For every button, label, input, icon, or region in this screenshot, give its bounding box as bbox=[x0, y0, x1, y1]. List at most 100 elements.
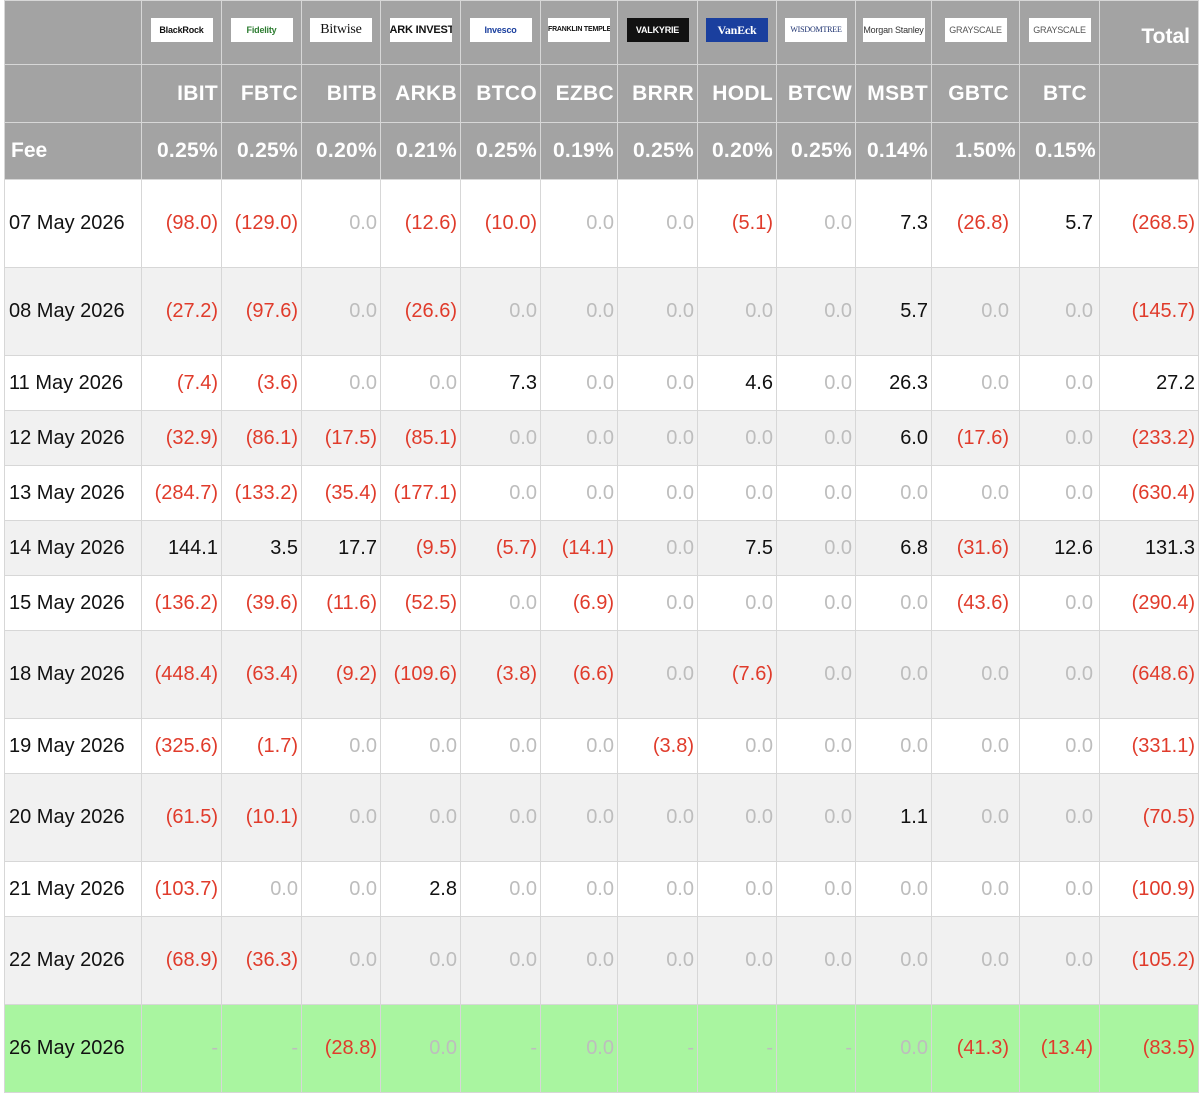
ticker-cell: ARKB bbox=[380, 64, 461, 123]
flow-cell-arkb: 0.0 bbox=[380, 916, 461, 1005]
logo-cell: ARK INVEST bbox=[380, 0, 461, 65]
flow-cell-arkb: (85.1) bbox=[380, 410, 461, 466]
bitwise-logo: Bitwise bbox=[310, 18, 372, 42]
row-total: (648.6) bbox=[1099, 630, 1199, 719]
flow-cell-msbt: 26.3 bbox=[855, 355, 932, 411]
flow-cell-ibit: (136.2) bbox=[141, 575, 222, 631]
flow-cell-bitb: (11.6) bbox=[301, 575, 381, 631]
flow-cell-bitb: 0.0 bbox=[301, 718, 381, 774]
flow-cell-arkb: 0.0 bbox=[380, 773, 461, 862]
logo-cell: Invesco bbox=[460, 0, 541, 65]
row-total: 131.3 bbox=[1099, 520, 1199, 576]
flow-cell-btcw: 0.0 bbox=[776, 465, 856, 521]
flow-cell-ezbc: 0.0 bbox=[540, 773, 618, 862]
flow-cell-btcw: 0.0 bbox=[776, 630, 856, 719]
flow-cell-gbtc: (43.6) bbox=[931, 575, 1020, 631]
ticker-cell: IBIT bbox=[141, 64, 222, 123]
flow-cell-gbtc: 0.0 bbox=[931, 267, 1020, 356]
flow-cell-brrr: 0.0 bbox=[617, 355, 698, 411]
logo-cell: BlackRock bbox=[141, 0, 222, 65]
flow-cell-btcw: 0.0 bbox=[776, 410, 856, 466]
flow-cell-bitb: 0.0 bbox=[301, 916, 381, 1005]
table-row: 19 May 2026 (325.6) (1.7) 0.0 0.0 0.0 0.0 (3.8)… bbox=[4, 718, 1199, 774]
flow-cell-btco: 0.0 bbox=[460, 575, 541, 631]
flow-cell-brrr: 0.0 bbox=[617, 465, 698, 521]
fee-cell: 0.15% bbox=[1019, 122, 1100, 180]
row-date: 19 May 2026 bbox=[4, 718, 142, 774]
row-date: 14 May 2026 bbox=[4, 520, 142, 576]
flow-cell-bitb: 17.7 bbox=[301, 520, 381, 576]
table-row: 18 May 2026 (448.4) (63.4) (9.2) (109.6) (3.8… bbox=[4, 630, 1199, 719]
flow-cell-fbtc: (129.0) bbox=[221, 179, 302, 268]
row-date: 22 May 2026 bbox=[4, 916, 142, 1005]
row-date: 26 May 2026 bbox=[4, 1004, 142, 1093]
vaneck-logo: VanEck bbox=[706, 18, 768, 42]
flow-cell-ibit: (32.9) bbox=[141, 410, 222, 466]
flow-cell-arkb: (109.6) bbox=[380, 630, 461, 719]
row-date: 13 May 2026 bbox=[4, 465, 142, 521]
ticker-cell: GBTC bbox=[931, 64, 1020, 123]
flow-cell-gbtc: 0.0 bbox=[931, 718, 1020, 774]
table-row: 26 May 2026- - (28.8) 0.0-0.0- - -0.0 (41.3) (1… bbox=[4, 1004, 1199, 1093]
flow-cell-btco: 0.0 bbox=[460, 773, 541, 862]
logo-cell: Fidelity bbox=[221, 0, 302, 65]
flow-cell-gbtc: 0.0 bbox=[931, 861, 1020, 917]
flow-cell-hodl: (7.6) bbox=[697, 630, 777, 719]
row-total: 27.2 bbox=[1099, 355, 1199, 411]
flow-cell-brrr: 0.0 bbox=[617, 630, 698, 719]
flow-cell-fbtc: (63.4) bbox=[221, 630, 302, 719]
flow-cell-brrr: - bbox=[617, 1004, 698, 1093]
flow-cell-ezbc: (6.9) bbox=[540, 575, 618, 631]
flow-cell-arkb: 0.0 bbox=[380, 355, 461, 411]
flow-cell-btco: (10.0) bbox=[460, 179, 541, 268]
flow-cell-ezbc: 0.0 bbox=[540, 410, 618, 466]
flow-cell-btco: 0.0 bbox=[460, 465, 541, 521]
ticker-cell: BRRR bbox=[617, 64, 698, 123]
ticker-cell: BITB bbox=[301, 64, 381, 123]
flow-cell-arkb: (26.6) bbox=[380, 267, 461, 356]
row-total: (331.1) bbox=[1099, 718, 1199, 774]
header-blank bbox=[1099, 122, 1199, 180]
fee-cell: 0.21% bbox=[380, 122, 461, 180]
logo-cell: Bitwise bbox=[301, 0, 381, 65]
flow-cell-fbtc: (133.2) bbox=[221, 465, 302, 521]
fidelity-logo: Fidelity bbox=[230, 18, 293, 42]
table-row: 20 May 2026 (61.5) (10.1) 0.0 0.0 0.0 0.0 0.0 0.… bbox=[4, 773, 1199, 862]
flow-cell-fbtc: (86.1) bbox=[221, 410, 302, 466]
flow-cell-ezbc: 0.0 bbox=[540, 267, 618, 356]
flow-cell-bitb: (17.5) bbox=[301, 410, 381, 466]
flow-cell-btc: 0.0 bbox=[1019, 267, 1100, 356]
flow-cell-msbt: 7.3 bbox=[855, 179, 932, 268]
flow-cell-btcw: 0.0 bbox=[776, 575, 856, 631]
flow-cell-arkb: 0.0 bbox=[380, 1004, 461, 1093]
invesco-logo: Invesco bbox=[469, 18, 532, 42]
logo-cell: GRAYSCALE bbox=[1019, 0, 1100, 65]
flow-cell-arkb: (12.6) bbox=[380, 179, 461, 268]
ticker-cell: BTCW bbox=[776, 64, 856, 123]
flow-cell-btco: (5.7) bbox=[460, 520, 541, 576]
table-row: 07 May 2026 (98.0) (129.0) 0.0 (12.6) (10.0) 0… bbox=[4, 179, 1199, 268]
flow-cell-ibit: - bbox=[141, 1004, 222, 1093]
flow-cell-ibit: (284.7) bbox=[141, 465, 222, 521]
flow-cell-ibit: 144.1 bbox=[141, 520, 222, 576]
row-date: 12 May 2026 bbox=[4, 410, 142, 466]
flow-cell-btcw: 0.0 bbox=[776, 267, 856, 356]
flow-cell-btco: (3.8) bbox=[460, 630, 541, 719]
flow-cell-msbt: 0.0 bbox=[855, 1004, 932, 1093]
table-row: 21 May 2026 (103.7) 0.0 0.0 2.8 0.0 0.0 0.0 0.0 0… bbox=[4, 861, 1199, 917]
flow-cell-ezbc: 0.0 bbox=[540, 179, 618, 268]
flow-cell-ezbc: 0.0 bbox=[540, 861, 618, 917]
flow-cell-hodl: 0.0 bbox=[697, 465, 777, 521]
flow-cell-ibit: (68.9) bbox=[141, 916, 222, 1005]
morgan-stanley-logo: Morgan Stanley bbox=[862, 18, 925, 42]
fee-cell: 0.25% bbox=[776, 122, 856, 180]
flow-cell-fbtc: (39.6) bbox=[221, 575, 302, 631]
flow-cell-ibit: (7.4) bbox=[141, 355, 222, 411]
flow-cell-gbtc: (26.8) bbox=[931, 179, 1020, 268]
fee-cell: 1.50% bbox=[931, 122, 1020, 180]
row-total: (105.2) bbox=[1099, 916, 1199, 1005]
flow-cell-gbtc: 0.0 bbox=[931, 355, 1020, 411]
flow-cell-brrr: 0.0 bbox=[617, 575, 698, 631]
ticker-row: IBIT FBTC BITB ARKB BTCO EZBC BRRR HODL … bbox=[4, 64, 1199, 123]
flow-cell-gbtc: (31.6) bbox=[931, 520, 1020, 576]
